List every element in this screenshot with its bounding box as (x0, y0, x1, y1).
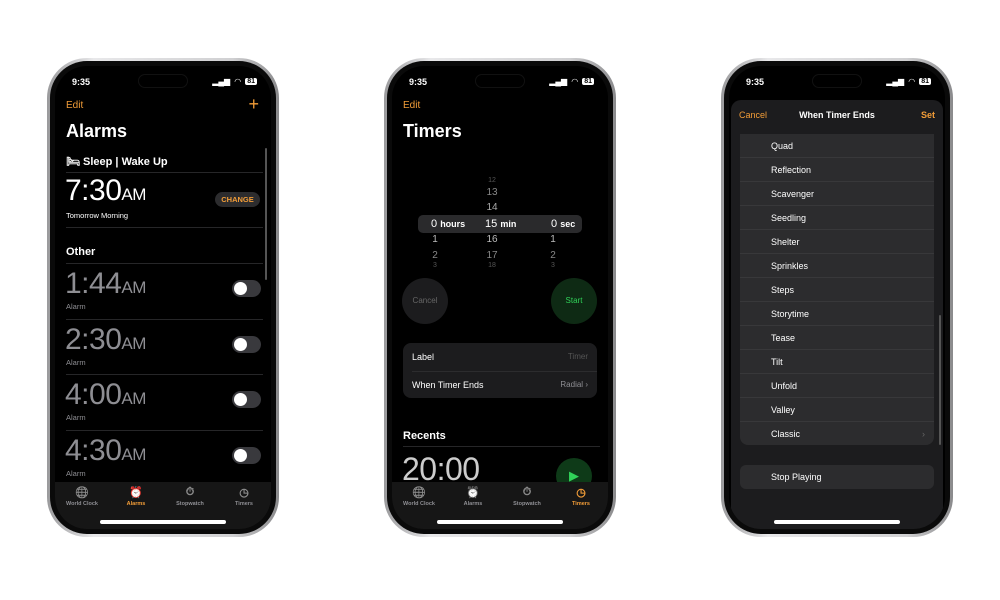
alarm-label: Alarm (66, 413, 86, 422)
scrollbar[interactable] (265, 148, 267, 280)
battery-icon: 81 (582, 78, 594, 85)
signal-icon: ▂▄▆ (886, 77, 905, 86)
alarm-row[interactable]: 4:30AM Alarm (55, 430, 271, 485)
alarm-toggle[interactable] (232, 446, 261, 464)
battery-icon: 81 (919, 78, 931, 85)
plus-icon[interactable]: + (248, 94, 259, 115)
timer-icon: ◷ (576, 486, 586, 499)
sheet-title: When Timer Ends (799, 110, 875, 120)
alarm-row[interactable]: 2:30AM Alarm (55, 319, 271, 374)
sleep-header: 🛏 Sleep | Wake Up (66, 156, 168, 168)
label-value[interactable]: Timer (568, 352, 588, 361)
status-time: 9:35 (72, 77, 91, 87)
sound-option[interactable]: Reflection (740, 158, 934, 182)
bed-icon: 🛏 (66, 156, 84, 168)
alarm-time: 4:00AM (65, 378, 146, 411)
wifi-icon: ◠ (571, 77, 579, 86)
sleep-subtitle: Tomorrow Morning (66, 211, 129, 220)
sound-option[interactable]: Tease (740, 326, 934, 350)
sound-option[interactable]: Steps (740, 278, 934, 302)
tab-timers[interactable]: ◷ Timers (556, 486, 606, 529)
page-title: Alarms (66, 121, 128, 141)
sound-option[interactable]: Scavenger (740, 182, 934, 206)
cancel-button[interactable]: Cancel (402, 278, 448, 324)
dynamic-island (812, 74, 862, 88)
scrollbar[interactable] (939, 315, 941, 445)
sleep-time: 7:30AM (65, 174, 146, 207)
start-button[interactable]: Start (551, 278, 597, 324)
seconds-selected: 0 sec (551, 218, 576, 230)
sound-option[interactable]: Classic › (740, 422, 934, 445)
when-timer-ends-value[interactable]: Radial › (560, 380, 588, 389)
chevron-right-icon: › (585, 380, 588, 389)
alarm-clock-icon: ⏰ (129, 486, 143, 499)
sound-option[interactable]: Shelter (740, 230, 934, 254)
alarm-time: 4:30AM (65, 433, 146, 467)
signal-icon: ▂▄▆ (212, 77, 231, 86)
phone-timers: 9:35 ▂▄▆ ◠ 81 Edit Timers 12 13 14 0 hours… (384, 58, 616, 537)
signal-icon: ▂▄▆ (549, 77, 568, 86)
alarm-row[interactable]: 4:00AM Alarm (55, 374, 271, 429)
timer-icon: ◷ (239, 486, 249, 499)
edit-button[interactable]: Edit (403, 100, 420, 111)
alarm-label: Alarm (66, 357, 86, 367)
alarms-screen: 9:35 ▂▄▆ ◠ 81 Edit + Alarms 🛏 Sleep | Wake… (55, 66, 271, 529)
home-indicator (437, 520, 563, 524)
sound-list: Quad Reflection Scavenger Seedling Shelter Sp… (740, 134, 934, 445)
sound-option[interactable]: Valley (740, 398, 934, 422)
alarm-label: Alarm (66, 468, 86, 478)
alarm-clock-icon: ⏰ (466, 486, 480, 499)
alarm-toggle[interactable] (232, 335, 261, 353)
sound-option[interactable]: Seedling (740, 206, 934, 230)
status-icons: ▂▄▆ ◠ 81 (549, 77, 594, 86)
hours-selected: 0 hours (431, 218, 466, 230)
home-indicator (774, 520, 900, 524)
set-button[interactable]: Set (921, 110, 935, 120)
alarm-toggle[interactable] (232, 391, 261, 408)
timer-options: Label Timer When Timer Ends Radial › (403, 343, 597, 398)
tab-timers[interactable]: ◷ Timers (219, 486, 269, 529)
globe-icon: 🌐 (412, 486, 426, 499)
globe-icon: 🌐 (75, 486, 89, 499)
alarm-time: 1:44AM (65, 267, 146, 300)
sound-option[interactable]: Storytime (740, 302, 934, 326)
timers-screen: 9:35 ▂▄▆ ◠ 81 Edit Timers 12 13 14 0 hours… (392, 66, 608, 529)
sound-option[interactable]: Unfold (740, 374, 934, 398)
alarm-label: Alarm (66, 302, 86, 311)
edit-button[interactable]: Edit (66, 100, 83, 111)
dynamic-island (475, 74, 525, 88)
dynamic-island (138, 74, 188, 88)
wifi-icon: ◠ (908, 77, 916, 86)
status-icons: ▂▄▆ ◠ 81 (886, 77, 931, 86)
wifi-icon: ◠ (234, 77, 242, 86)
phone-alarms: 9:35 ▂▄▆ ◠ 81 Edit + Alarms 🛏 Sleep | Wake… (47, 58, 279, 537)
when-timer-ends-row[interactable]: When Timer Ends (412, 380, 484, 390)
stopwatch-icon: ⏱ (522, 485, 532, 498)
stopwatch-icon: ⏱ (185, 485, 195, 498)
page-title: Timers (403, 121, 462, 141)
battery-icon: 81 (245, 78, 257, 85)
sound-option[interactable]: Sprinkles (740, 254, 934, 278)
alarm-row[interactable]: 1:44AM Alarm (55, 263, 271, 318)
label-row[interactable]: Label (412, 352, 434, 362)
duration-picker[interactable]: 12 13 14 0 hours 15 min 0 sec 1 2 3 16 1… (392, 174, 608, 270)
alarm-toggle[interactable] (232, 280, 261, 297)
chevron-right-icon: › (922, 429, 925, 439)
sound-picker-screen: 9:35 ▂▄▆ ◠ 81 Cancel When Timer Ends Set Q… (729, 66, 945, 529)
alarm-time: 2:30AM (65, 322, 146, 356)
status-time: 9:35 (409, 77, 428, 87)
home-indicator (100, 520, 226, 524)
stop-playing-option[interactable]: Stop Playing (740, 465, 934, 489)
status-time: 9:35 (746, 77, 765, 87)
sound-option[interactable]: Tilt (740, 350, 934, 374)
minutes-selected: 15 min (485, 218, 517, 230)
other-header: Other (66, 246, 96, 258)
phone-when-timer-ends: 9:35 ▂▄▆ ◠ 81 Cancel When Timer Ends Set Q… (721, 58, 953, 537)
change-button[interactable]: CHANGE (215, 192, 260, 207)
sound-option[interactable]: Quad (740, 134, 934, 158)
recents-header: Recents (403, 430, 446, 442)
status-icons: ▂▄▆ ◠ 81 (212, 77, 257, 86)
sheet: Cancel When Timer Ends Set Quad Reflectio… (731, 100, 943, 529)
